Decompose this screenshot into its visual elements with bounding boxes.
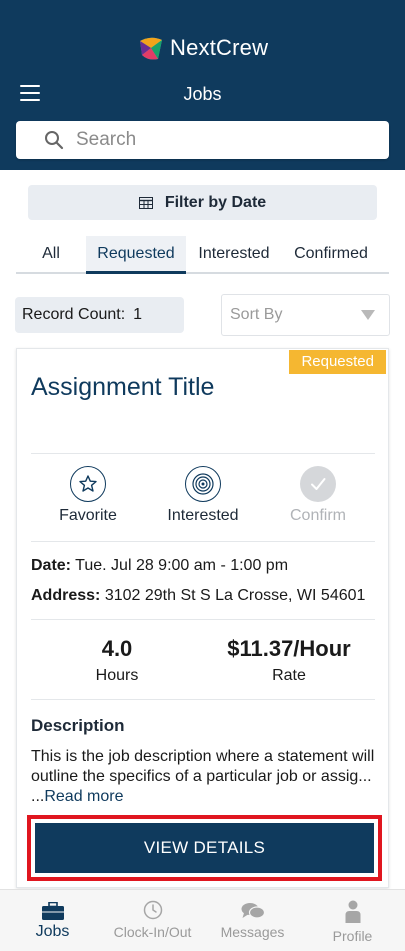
job-card: Requested Assignment Title Favorite Inte…	[16, 348, 389, 888]
bottom-nav: Jobs Clock-In/Out Messages Profile	[0, 889, 405, 951]
divider	[31, 699, 375, 700]
nav-profile[interactable]: Profile	[302, 898, 403, 944]
date-label: Date:	[31, 557, 72, 574]
record-count-label: Record Count:	[22, 306, 126, 323]
address-label: Address:	[31, 587, 101, 604]
divider	[31, 619, 375, 620]
divider	[31, 541, 375, 542]
job-title: Assignment Title	[31, 373, 215, 401]
nextcrew-logo-icon	[140, 37, 162, 60]
favorite-label: Favorite	[59, 507, 117, 524]
hours-stat: 4.0 Hours	[72, 636, 162, 685]
person-icon	[345, 900, 360, 923]
status-tabs: All Requested Interested Confirmed	[16, 236, 389, 274]
filter-by-date-button[interactable]: Filter by Date	[28, 185, 377, 220]
divider	[31, 453, 375, 454]
status-badge: Requested	[289, 350, 386, 374]
nav-profile-label: Profile	[332, 928, 373, 944]
confirm-label: Confirm	[289, 507, 346, 524]
date-line: Date: Tue. Jul 28 9:00 am - 1:00 pm	[31, 557, 288, 575]
briefcase-icon	[41, 902, 64, 920]
nav-clock-in-out-label: Clock-In/Out	[113, 924, 192, 940]
address-line: Address: 3102 29th St S La Crosse, WI 54…	[31, 587, 365, 605]
description-text: This is the job description where a stat…	[31, 747, 376, 807]
star-icon	[70, 466, 106, 502]
filter-by-date-label: Filter by Date	[164, 193, 267, 211]
page-title: Jobs	[183, 84, 222, 104]
tab-all[interactable]: All	[16, 236, 86, 272]
read-more-link[interactable]: Read more	[44, 788, 123, 805]
chat-icon	[241, 903, 265, 919]
app-header: NextCrew Jobs	[0, 0, 405, 170]
nav-jobs-label: Jobs	[35, 923, 70, 940]
rate-value: $11.37/Hour	[227, 636, 351, 661]
app-name: NextCrew	[170, 35, 269, 60]
record-count-value: 1	[133, 306, 143, 323]
view-details-highlight: VIEW DETAILS	[27, 815, 382, 881]
interested-action[interactable]: Interested	[148, 466, 258, 525]
search-input[interactable]	[76, 129, 366, 151]
date-value: Tue. Jul 28 9:00 am - 1:00 pm	[75, 557, 289, 574]
clock-icon	[143, 900, 162, 920]
interested-label: Interested	[167, 507, 239, 524]
nav-messages[interactable]: Messages	[202, 898, 303, 940]
chevron-down-icon	[361, 310, 375, 320]
address-value: 3102 29th St S La Crosse, WI 54601	[104, 587, 366, 604]
rate-stat: $11.37/Hour Rate	[213, 636, 365, 685]
view-details-button[interactable]: VIEW DETAILS	[35, 823, 374, 873]
check-icon	[300, 466, 336, 502]
tab-interested[interactable]: Interested	[186, 236, 282, 272]
sort-by-dropdown[interactable]: Sort By	[221, 294, 390, 336]
search-icon	[45, 131, 64, 150]
favorite-action[interactable]: Favorite	[33, 466, 143, 525]
nav-clock-in-out[interactable]: Clock-In/Out	[102, 898, 203, 940]
record-count: Record Count: 1	[15, 297, 184, 333]
hours-value: 4.0	[101, 636, 133, 661]
rate-label: Rate	[272, 667, 306, 684]
tab-requested[interactable]: Requested	[86, 236, 186, 274]
description-title: Description	[31, 716, 125, 735]
nav-messages-label: Messages	[220, 924, 285, 940]
app-logo: NextCrew	[136, 33, 268, 63]
target-icon	[185, 466, 221, 502]
nav-jobs[interactable]: Jobs	[2, 898, 103, 941]
search-bar[interactable]	[16, 121, 389, 159]
calendar-icon	[138, 196, 153, 209]
tab-confirmed[interactable]: Confirmed	[282, 236, 380, 272]
confirm-action[interactable]: Confirm	[263, 466, 373, 525]
sort-by-placeholder: Sort By	[230, 306, 283, 323]
hours-label: Hours	[95, 667, 139, 684]
